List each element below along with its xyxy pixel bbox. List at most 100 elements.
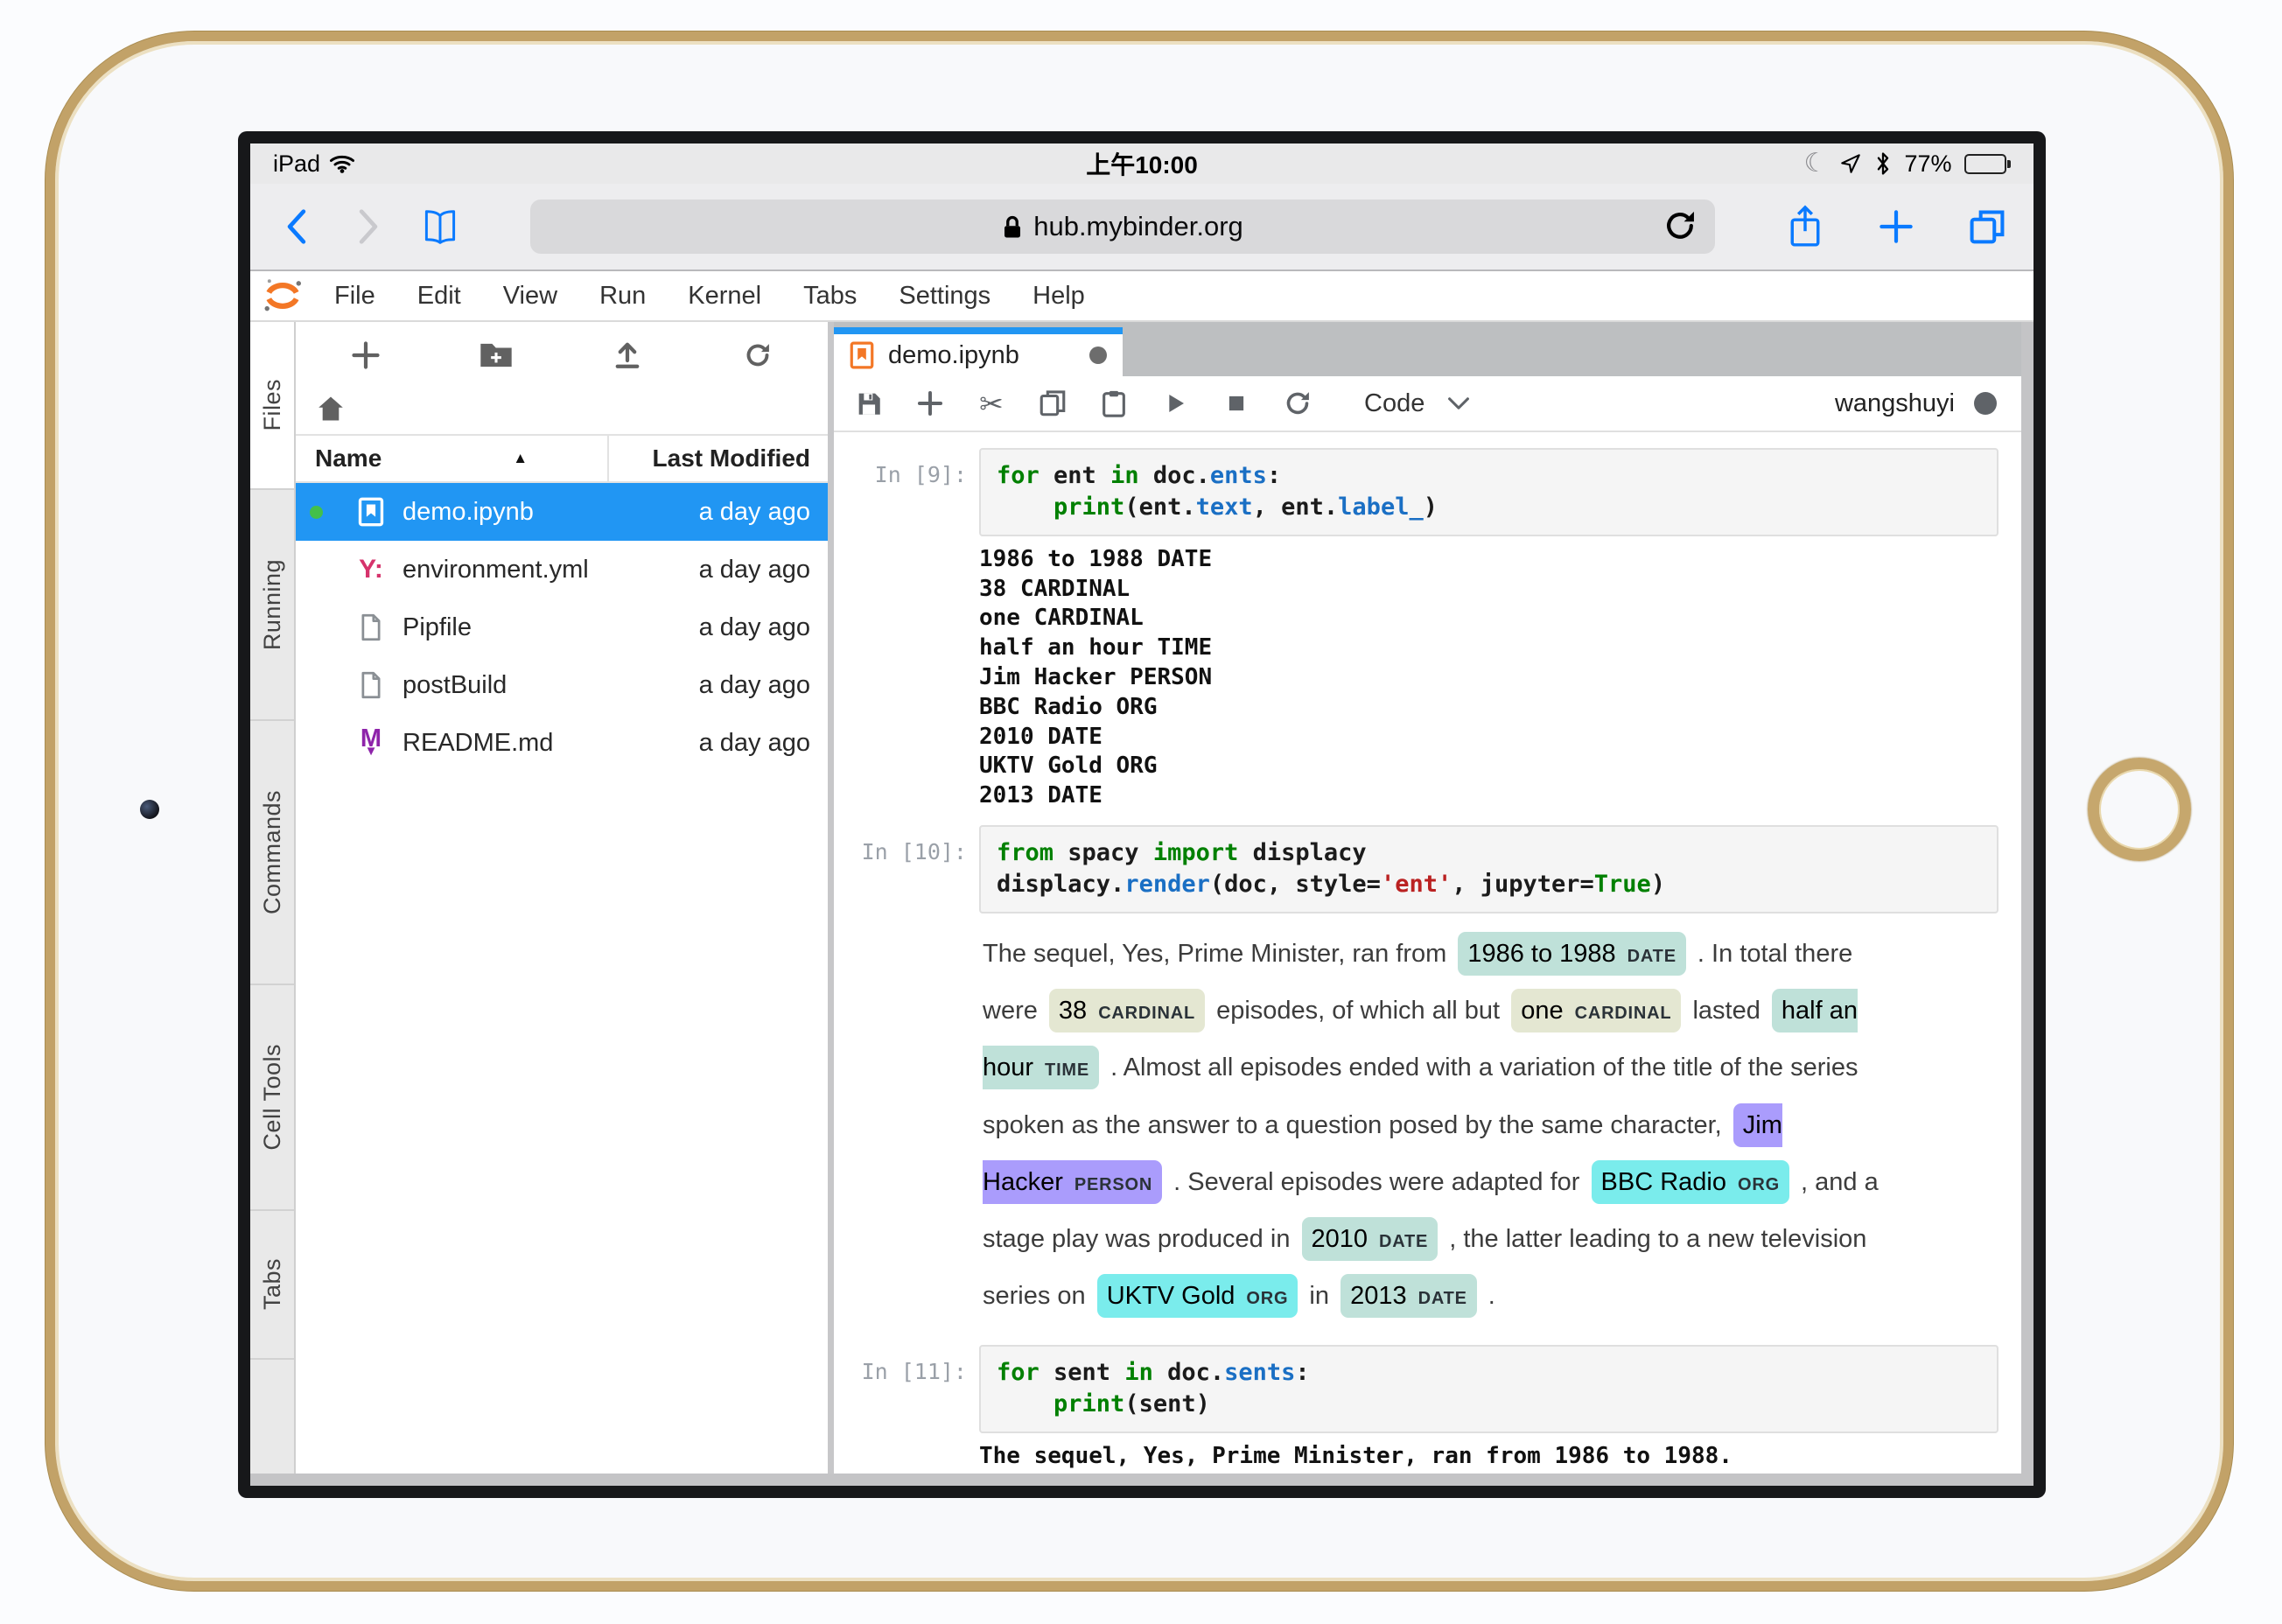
ipad-screen: iPad 上午10:00 ☾ 77%: [238, 131, 2046, 1498]
sidebar-tab-label: Files: [259, 379, 286, 431]
sidebar-tab-commands[interactable]: Commands: [250, 721, 294, 985]
stop-kernel-button[interactable]: [1219, 386, 1254, 421]
cut-cells-button[interactable]: ✂: [974, 386, 1009, 421]
code-token: 'ent': [1381, 871, 1452, 898]
code-token: , ent.: [1253, 494, 1339, 521]
sidebar-tab-cell-tools[interactable]: Cell Tools: [250, 985, 294, 1211]
new-folder-button[interactable]: [479, 338, 514, 373]
notebook-file-icon: [850, 341, 874, 369]
file-name: README.md: [402, 729, 626, 758]
menu-settings[interactable]: Settings: [878, 282, 1012, 311]
add-cell-button[interactable]: [913, 386, 948, 421]
restart-kernel-button[interactable]: [1280, 386, 1315, 421]
home-icon[interactable]: [315, 393, 346, 424]
screenshot-stage: iPad 上午10:00 ☾ 77%: [0, 0, 2282, 1624]
code-token: (sent): [1124, 1390, 1210, 1418]
file-row-demo-ipynb[interactable]: demo.ipynba day ago: [296, 483, 828, 541]
sidebar-tab-running[interactable]: Running: [250, 490, 294, 721]
code-token: [997, 1390, 1054, 1418]
file-row-environment-yml[interactable]: Y:environment.ymla day ago: [296, 541, 828, 598]
new-launcher-button[interactable]: [348, 338, 383, 373]
menu-edit[interactable]: Edit: [396, 282, 482, 311]
code-token: doc.: [1139, 462, 1210, 489]
entity-mark: 38CARDINAL: [1049, 989, 1205, 1032]
code-token: print: [1054, 1390, 1124, 1418]
entity-label: ORG: [1246, 1289, 1288, 1308]
cell-type-dropdown[interactable]: Code: [1364, 389, 1470, 418]
displacy-entities-output: The sequel, Yes, Prime Minister, ran fro…: [983, 926, 1899, 1326]
reload-icon[interactable]: [1661, 206, 1699, 245]
column-header-last-modified[interactable]: Last Modified: [607, 436, 828, 481]
sidebar-tab-files[interactable]: Files: [250, 322, 294, 490]
code-token: True: [1594, 871, 1651, 898]
file-name: demo.ipynb: [402, 498, 626, 527]
new-tab-plus-icon[interactable]: [1876, 206, 1916, 247]
bookmarks-icon[interactable]: [420, 206, 460, 247]
menu-view[interactable]: View: [482, 282, 578, 311]
home-button[interactable]: [2088, 758, 2191, 861]
upload-button[interactable]: [610, 338, 645, 373]
clock: 上午10:00: [250, 146, 2034, 181]
code-token: displacy: [1238, 839, 1366, 866]
menu-kernel[interactable]: Kernel: [667, 282, 782, 311]
code-editor[interactable]: for sent in doc.sents: print(sent): [979, 1345, 1998, 1433]
entity-label: DATE: [1379, 1232, 1428, 1251]
entity-mark: 1986 to 1988DATE: [1458, 932, 1686, 976]
code-token: (ent.: [1124, 494, 1195, 521]
code-token: label_: [1338, 494, 1424, 521]
cell-output-text: The sequel, Yes, Prime Minister, ran fro…: [979, 1442, 1995, 1474]
tab-demo-ipynb[interactable]: demo.ipynb: [834, 327, 1123, 376]
yaml-glyph: Y:: [359, 555, 383, 584]
share-icon[interactable]: [1785, 206, 1825, 247]
file-file-icon: [352, 613, 390, 641]
code-editor[interactable]: for ent in doc.ents: print(ent.text, ent…: [979, 448, 1998, 536]
menu-file[interactable]: File: [313, 282, 396, 311]
file-row-pipfile[interactable]: Pipfilea day ago: [296, 598, 828, 656]
username-label: wangshuyi: [1835, 389, 1955, 418]
notebook-cells: In [9]:for ent in doc.ents: print(ent.te…: [834, 432, 2021, 1474]
file-modified: a day ago: [626, 498, 828, 527]
sidebar-tab-tabs[interactable]: Tabs: [250, 1211, 294, 1360]
paste-cells-button[interactable]: [1096, 386, 1131, 421]
entity-label: DATE: [1628, 947, 1676, 966]
notebook-file-icon: [352, 497, 390, 527]
code-token: ): [1651, 871, 1665, 898]
window-bottom-edge: [250, 1474, 2034, 1486]
save-button[interactable]: [851, 386, 886, 421]
menu-help[interactable]: Help: [1012, 282, 1106, 311]
sort-ascending-icon: ▲: [513, 450, 528, 467]
code-token: ents: [1210, 462, 1267, 489]
entity-label: PERSON: [1074, 1175, 1152, 1194]
back-button[interactable]: [276, 206, 317, 247]
code-token: ent: [1040, 462, 1110, 489]
code-token: , jupyter=: [1452, 871, 1594, 898]
code-editor[interactable]: from spacy import displacy displacy.rend…: [979, 825, 1998, 914]
address-bar[interactable]: hub.mybinder.org: [530, 200, 1715, 254]
entity-mark: UKTV GoldORG: [1097, 1274, 1298, 1318]
sidebar-tab-label: Cell Tools: [259, 1044, 286, 1151]
code-token: spacy: [1054, 839, 1153, 866]
code-token: :: [1295, 1359, 1309, 1386]
copy-cells-button[interactable]: [1035, 386, 1070, 421]
menu-tabs[interactable]: Tabs: [782, 282, 878, 311]
file-name: Pipfile: [402, 613, 626, 642]
menu-run[interactable]: Run: [578, 282, 667, 311]
file-browser-toolbar: [296, 322, 828, 383]
breadcrumb: [296, 383, 828, 434]
sidebar-tab-label: Tabs: [259, 1258, 286, 1310]
tabs-overview-icon[interactable]: [1967, 206, 2007, 247]
run-cell-button[interactable]: [1158, 386, 1193, 421]
file-modified: a day ago: [626, 613, 828, 642]
code-token: [997, 494, 1054, 521]
file-row-postbuild[interactable]: postBuilda day ago: [296, 656, 828, 714]
execution-prompt: In [10]:: [834, 825, 979, 914]
file-row-readme-md[interactable]: M▼README.mda day ago: [296, 714, 828, 772]
code-token: in: [1110, 462, 1139, 489]
column-header-name[interactable]: Name ▲: [296, 444, 607, 472]
code-token: displacy.: [997, 871, 1124, 898]
forward-button[interactable]: [348, 206, 388, 247]
entity-label: CARDINAL: [1575, 1004, 1672, 1023]
code-cell-3: In [11]:for sent in doc.sents: print(sen…: [834, 1345, 1998, 1433]
refresh-file-list-button[interactable]: [740, 338, 775, 373]
code-cell-2: In [10]:from spacy import displacy displ…: [834, 825, 1998, 914]
